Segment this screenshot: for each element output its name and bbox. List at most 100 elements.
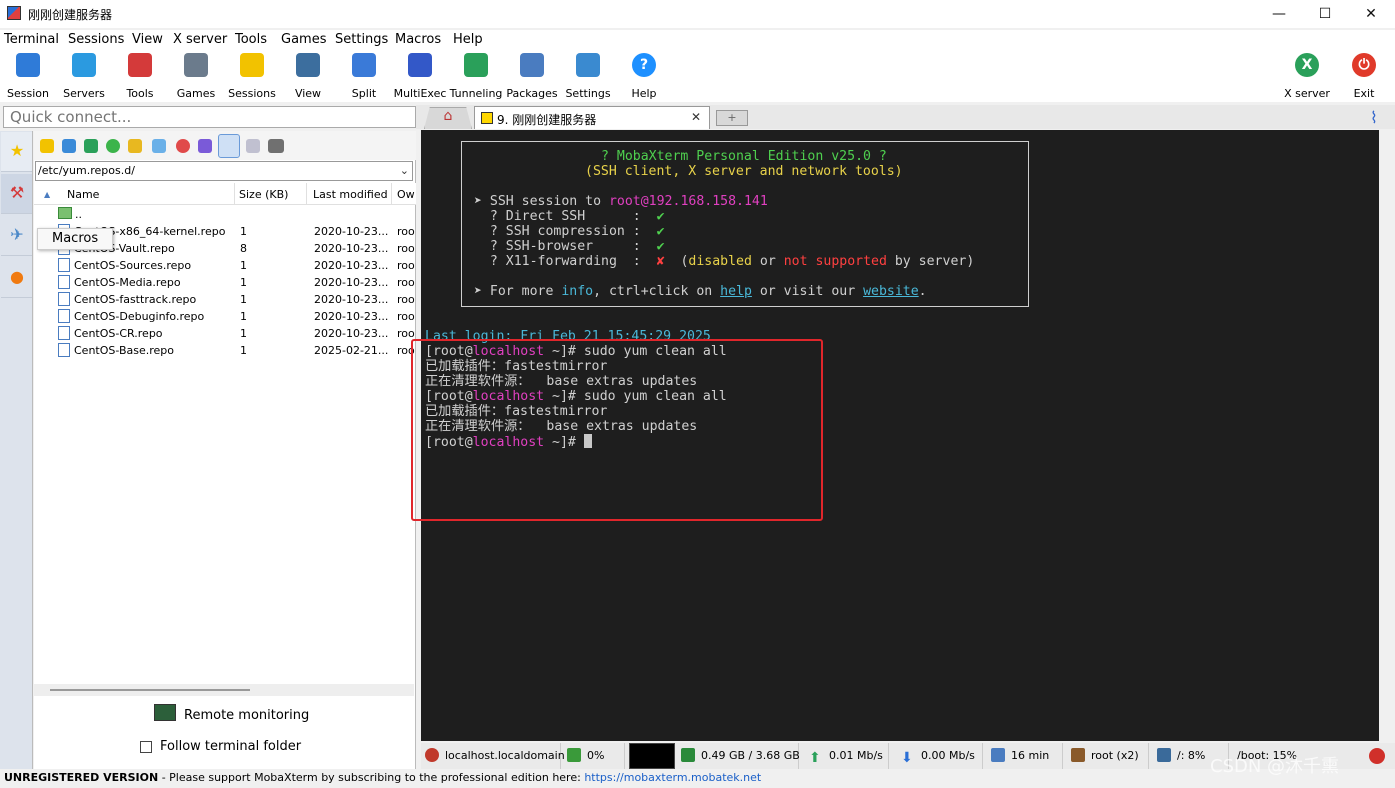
file-modified: 2020-10-23... bbox=[314, 225, 389, 238]
remote-monitoring-button[interactable]: Remote monitoring bbox=[184, 708, 309, 723]
file-name: CentOS-CR.repo bbox=[74, 327, 163, 340]
cpu-icon bbox=[567, 748, 581, 762]
help-icon: ? bbox=[632, 53, 656, 77]
status-memory: 0.49 GB / 3.68 GB bbox=[677, 743, 800, 769]
file-row[interactable]: CentOS-Sources.repo 1 2020-10-23... roo bbox=[34, 257, 416, 274]
permissions-icon[interactable] bbox=[246, 139, 260, 153]
menu-help[interactable]: Help bbox=[453, 32, 483, 47]
delete-icon[interactable] bbox=[176, 139, 190, 153]
direct-ssh-line: ? Direct SSH : ✔ bbox=[474, 209, 665, 224]
tab-session-9[interactable]: 9. 刚刚创建服务器 ✕ bbox=[474, 106, 710, 129]
file-modified: 2020-10-23... bbox=[314, 327, 389, 340]
menu-macros[interactable]: Macros bbox=[395, 32, 441, 47]
maximize-button[interactable]: ☐ bbox=[1302, 2, 1348, 26]
new-folder-icon[interactable] bbox=[128, 139, 142, 153]
mobatek-link[interactable]: https://mobaxterm.mobatek.net bbox=[584, 771, 761, 784]
chevron-down-icon[interactable]: ⌄ bbox=[400, 162, 409, 180]
column-last-modified[interactable]: Last modified bbox=[313, 188, 388, 201]
file-row[interactable]: CentOS-Debuginfo.repo 1 2020-10-23... roo bbox=[34, 308, 416, 325]
terminal-icon[interactable] bbox=[268, 139, 284, 153]
column-name[interactable]: Name bbox=[67, 188, 99, 201]
file-row[interactable]: CentOS-Base.repo 1 2025-02-21... roo bbox=[34, 342, 416, 359]
paperclip-icon[interactable]: ⌇ bbox=[1370, 108, 1378, 127]
minimize-button[interactable]: — bbox=[1256, 2, 1302, 26]
menu-terminal[interactable]: Terminal bbox=[4, 32, 59, 47]
column-size[interactable]: Size (KB) bbox=[239, 188, 288, 201]
parent-dir-row[interactable]: .. bbox=[34, 206, 416, 223]
toolbar-session-button[interactable]: Session bbox=[0, 53, 56, 100]
home-icon[interactable]: ⌂ bbox=[440, 109, 456, 123]
toolbar-split-button[interactable]: Split bbox=[336, 53, 392, 100]
file-modified: 2020-10-23... bbox=[314, 293, 389, 306]
mobaxterm-status-icon[interactable] bbox=[1369, 748, 1385, 764]
toolbar-games-button[interactable]: Games bbox=[168, 53, 224, 100]
toolbar-label: Settings bbox=[565, 87, 611, 100]
toolbar-settings-button[interactable]: Settings bbox=[560, 53, 616, 100]
toolbar-x-server-button[interactable]: X X server bbox=[1279, 53, 1335, 100]
refresh-icon[interactable] bbox=[106, 139, 120, 153]
menu-settings[interactable]: Settings bbox=[335, 32, 388, 47]
user-icon bbox=[1071, 748, 1085, 762]
horizontal-scrollbar[interactable] bbox=[34, 684, 414, 696]
file-row[interactable]: CentOS-fasttrack.repo 1 2020-10-23... roo bbox=[34, 291, 416, 308]
file-row[interactable]: CentOS-CR.repo 1 2020-10-23... roo bbox=[34, 325, 416, 342]
paper-plane-icon: ✈ bbox=[10, 225, 24, 244]
rename-icon[interactable] bbox=[198, 139, 212, 153]
help-link[interactable]: help bbox=[720, 284, 752, 299]
terminal-scrollbar[interactable] bbox=[1379, 130, 1395, 741]
website-link[interactable]: website bbox=[863, 284, 919, 299]
menu-x-server[interactable]: X server bbox=[173, 32, 227, 47]
toolbar-label: Sessions bbox=[228, 87, 276, 100]
star-icon: ★ bbox=[9, 141, 25, 160]
status-host[interactable]: localhost.localdomain bbox=[421, 743, 565, 769]
toolbar-servers-button[interactable]: Servers bbox=[56, 53, 112, 100]
file-size: 1 bbox=[240, 293, 247, 306]
packages-icon bbox=[520, 53, 544, 77]
toolbar-multiexec-button[interactable]: MultiExec bbox=[392, 53, 448, 100]
scrollbar-thumb[interactable] bbox=[50, 689, 250, 691]
toolbar-view-button[interactable]: View bbox=[280, 53, 336, 100]
menu-tools[interactable]: Tools bbox=[235, 32, 267, 47]
remote-monitoring-icon[interactable] bbox=[154, 704, 176, 721]
toolbar-help-button[interactable]: ? Help bbox=[616, 53, 672, 100]
sidebar-tab-sftp[interactable]: ✈ bbox=[1, 216, 32, 256]
upload-icon[interactable] bbox=[84, 139, 98, 153]
file-row[interactable]: CentOS-Media.repo 1 2020-10-23... roo bbox=[34, 274, 416, 291]
close-tab-icon[interactable]: ✕ bbox=[691, 110, 701, 124]
follow-terminal-label: Follow terminal folder bbox=[160, 739, 302, 754]
parent-folder-icon[interactable] bbox=[40, 139, 54, 153]
close-window-button[interactable]: ✕ bbox=[1348, 2, 1394, 26]
toolbar-tunneling-button[interactable]: Tunneling bbox=[448, 53, 504, 100]
new-tab-button[interactable]: + bbox=[716, 110, 748, 126]
mobaxterm-app-icon bbox=[7, 6, 21, 20]
session-tab-bar: ⌂ 9. 刚刚创建服务器 ✕ + bbox=[416, 105, 1395, 129]
quick-connect-input[interactable] bbox=[3, 106, 416, 128]
menu-view[interactable]: View bbox=[132, 32, 163, 47]
disk-icon bbox=[1157, 748, 1171, 762]
path-input[interactable]: /etc/yum.repos.d/ ⌄ bbox=[35, 161, 413, 181]
text-mode-icon[interactable] bbox=[218, 134, 240, 158]
sidebar-tab-sessions[interactable]: ★ bbox=[1, 132, 32, 172]
menu-sessions[interactable]: Sessions bbox=[68, 32, 124, 47]
menu-games[interactable]: Games bbox=[281, 32, 326, 47]
toolbar-packages-button[interactable]: Packages bbox=[504, 53, 560, 100]
sort-asc-icon: ▲ bbox=[44, 190, 51, 199]
sidebar-tab-tools[interactable]: ⚒ bbox=[1, 174, 32, 214]
toolbar-label: Tunneling bbox=[449, 87, 503, 100]
column-owner[interactable]: Ow bbox=[397, 188, 415, 201]
file-icon bbox=[58, 343, 70, 357]
toolbar-sessions-button[interactable]: Sessions bbox=[224, 53, 280, 100]
tools-icon: ⚒ bbox=[9, 183, 25, 202]
toolbar-exit-button[interactable]: ⏻ Exit bbox=[1336, 53, 1392, 100]
download-icon[interactable] bbox=[62, 139, 76, 153]
file-owner: roo bbox=[397, 276, 415, 289]
banner-subtitle: (SSH client, X server and network tools) bbox=[585, 164, 903, 179]
window-title: 刚刚创建服务器 bbox=[28, 8, 113, 22]
sidebar-tab-macros[interactable]: ● bbox=[1, 258, 32, 298]
toolbar-tools-button[interactable]: Tools bbox=[112, 53, 168, 100]
follow-terminal-checkbox[interactable] bbox=[140, 741, 152, 753]
new-file-icon[interactable] bbox=[152, 139, 166, 153]
file-size: 8 bbox=[240, 242, 247, 255]
menu-bar: Terminal Sessions View X server Tools Ga… bbox=[0, 30, 1395, 49]
upload-arrow-icon: ⬆ bbox=[809, 750, 821, 766]
